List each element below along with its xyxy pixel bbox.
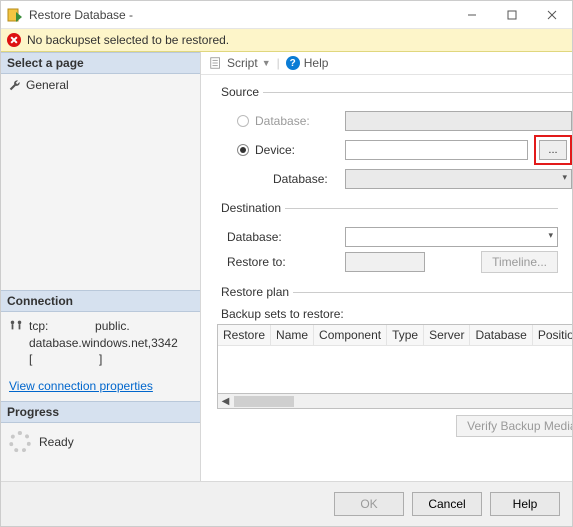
restoreplan-legend: Restore plan bbox=[217, 285, 293, 299]
radio-source-device[interactable] bbox=[237, 144, 249, 156]
server-icon bbox=[9, 318, 23, 332]
left-panel: Select a page General Connection tcp: bbox=[1, 52, 201, 481]
source-database-label: Database: bbox=[255, 114, 310, 128]
col-position[interactable]: Position bbox=[532, 325, 572, 346]
verify-backup-media-button: Verify Backup Media bbox=[456, 415, 572, 437]
col-database[interactable]: Database bbox=[470, 325, 532, 346]
conn-suffix: public. bbox=[95, 319, 130, 333]
source-group: Source Database: Device: bbox=[217, 85, 572, 195]
script-icon bbox=[209, 56, 223, 70]
title-bar: Restore Database - bbox=[1, 1, 572, 29]
toolbar: Script ▼ | ? Help bbox=[201, 52, 572, 75]
destination-group: Destination Database: ▾ Restore to: Time… bbox=[217, 201, 558, 279]
col-name[interactable]: Name bbox=[271, 325, 314, 346]
destination-legend: Destination bbox=[217, 201, 285, 215]
window-title: Restore Database - bbox=[29, 8, 452, 22]
source-legend: Source bbox=[217, 85, 263, 99]
source-device-input[interactable] bbox=[345, 140, 528, 160]
page-item-label: General bbox=[26, 78, 69, 92]
conn-prefix: tcp: bbox=[29, 319, 48, 333]
cancel-button[interactable]: Cancel bbox=[412, 492, 482, 516]
connection-header: Connection bbox=[1, 290, 200, 312]
progress-body: Ready bbox=[1, 423, 200, 461]
conn-host: database.windows.net,3342 bbox=[29, 335, 178, 352]
col-type[interactable]: Type bbox=[387, 325, 424, 346]
content-area: Source Database: Device: bbox=[201, 75, 572, 481]
scroll-thumb[interactable] bbox=[234, 396, 294, 407]
restoreplan-group: Restore plan Backup sets to restore: Res… bbox=[217, 285, 572, 439]
source-db2-label: Database: bbox=[273, 172, 328, 186]
radio-source-database bbox=[237, 115, 249, 127]
wrench-icon bbox=[9, 79, 21, 91]
timeline-button: Timeline... bbox=[481, 251, 558, 273]
error-icon bbox=[7, 33, 21, 47]
source-device-label: Device: bbox=[255, 143, 295, 157]
sets-label: Backup sets to restore: bbox=[217, 307, 572, 321]
right-panel: Script ▼ | ? Help Source Database: bbox=[201, 52, 572, 481]
browse-highlight: ... bbox=[534, 135, 572, 165]
progress-spinner-icon bbox=[9, 431, 31, 453]
table-horizontal-scrollbar[interactable]: ◀ ▶ bbox=[217, 394, 572, 409]
maximize-button[interactable] bbox=[492, 1, 532, 29]
page-item-general[interactable]: General bbox=[1, 74, 200, 96]
script-dropdown-icon[interactable]: ▼ bbox=[262, 58, 271, 68]
dest-database-label: Database: bbox=[227, 230, 282, 244]
minimize-button[interactable] bbox=[452, 1, 492, 29]
source-database-combo bbox=[345, 111, 572, 131]
dialog-footer: OK Cancel Help bbox=[1, 481, 572, 526]
browse-device-button[interactable]: ... bbox=[539, 140, 567, 160]
view-connection-properties-link[interactable]: View connection properties bbox=[9, 378, 153, 395]
progress-status: Ready bbox=[39, 435, 74, 449]
help-button[interactable]: Help bbox=[304, 56, 329, 70]
dest-restoreto-label: Restore to: bbox=[227, 255, 286, 269]
app-icon bbox=[7, 7, 23, 23]
ok-button[interactable]: OK bbox=[334, 492, 404, 516]
help-button[interactable]: Help bbox=[490, 492, 560, 516]
main-area: Select a page General Connection tcp: bbox=[1, 52, 572, 481]
connection-body: tcp: public. database.windows.net,3342 [… bbox=[1, 312, 200, 401]
dest-database-combo[interactable]: ▾ bbox=[345, 227, 558, 247]
script-button[interactable]: Script bbox=[227, 56, 258, 70]
error-bar: No backupset selected to be restored. bbox=[1, 29, 572, 52]
error-message: No backupset selected to be restored. bbox=[27, 33, 229, 47]
conn-user: [ ] bbox=[29, 351, 178, 368]
col-server[interactable]: Server bbox=[424, 325, 470, 346]
progress-header: Progress bbox=[1, 401, 200, 423]
help-icon[interactable]: ? bbox=[286, 56, 300, 70]
close-button[interactable] bbox=[532, 1, 572, 29]
col-restore[interactable]: Restore bbox=[218, 325, 271, 346]
scroll-left-icon[interactable]: ◀ bbox=[218, 396, 233, 407]
pages-header: Select a page bbox=[1, 52, 200, 74]
col-component[interactable]: Component bbox=[314, 325, 387, 346]
dest-restoreto-input bbox=[345, 252, 425, 272]
backup-sets-table[interactable]: Restore Name Component Type Server Datab… bbox=[217, 324, 572, 394]
source-db2-combo[interactable]: ▾ bbox=[345, 169, 572, 189]
